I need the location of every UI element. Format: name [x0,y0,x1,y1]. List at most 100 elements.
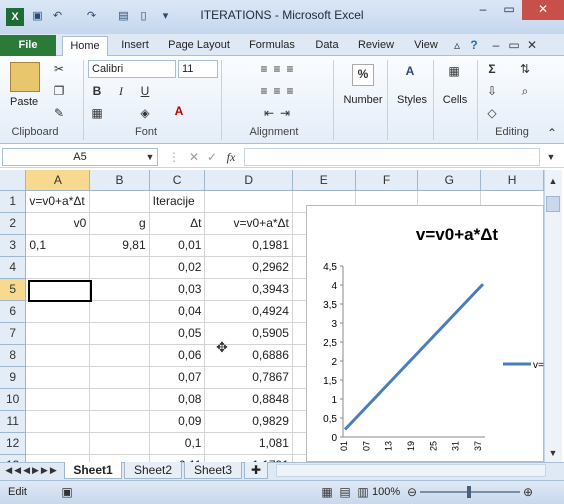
column-header[interactable]: B [89,170,150,191]
cell-c[interactable]: 0,01 [149,234,206,257]
macro-record-icon[interactable]: ▣ [58,483,76,501]
zoom-out-icon[interactable]: ⊖ [406,483,418,501]
align-horizontal-icons[interactable]: ≡≡≡ [232,82,328,100]
row-header[interactable]: 1 [0,190,27,213]
percent-icon[interactable]: % [352,64,374,86]
cell-d[interactable]: 0,8848 [204,388,293,411]
cell-b[interactable] [89,454,150,462]
chart-area[interactable]: v=v0+a*Δt 4,5 4 3,5 3 2,5 2 1,5 1 0,5 0 01 07 13 19 25 3… [306,205,544,462]
cell-a[interactable] [25,256,91,279]
cell-b[interactable] [89,256,150,279]
align-top-icons[interactable]: ≡≡≡ [232,60,328,78]
cell-c[interactable]: 0,02 [149,256,206,279]
cut-icon[interactable]: ✂ [50,60,68,78]
cell-a[interactable] [25,388,91,411]
cell-c[interactable]: Iteracije [149,190,206,213]
enter-icon[interactable]: ✓ [204,148,220,166]
cell-c[interactable]: 0,06 [149,344,206,367]
row-header[interactable]: 10 [0,388,27,411]
insert-function-icon[interactable]: fx [222,148,240,166]
font-color-icon[interactable]: A [170,102,188,120]
cell-a[interactable] [25,410,91,433]
cell-c[interactable]: 0,03 [149,278,206,301]
row-header[interactable]: 9 [0,366,27,389]
column-header[interactable]: E [292,170,356,191]
cell-d[interactable]: 0,2962 [204,256,293,279]
cell-d[interactable]: 0,9829 [204,410,293,433]
cell-c[interactable]: 0,04 [149,300,206,323]
cell-a[interactable] [25,432,91,455]
cells-icon[interactable]: ▦ [442,62,466,86]
styles-icon[interactable]: A [398,62,422,86]
styles-label[interactable]: Styles [392,94,432,106]
doc-close-button[interactable]: ✕ [524,36,540,54]
underline-button[interactable]: U [136,82,154,100]
cell-a[interactable]: v=v0+a*Δt [25,190,91,213]
cell-a[interactable] [25,300,91,323]
doc-restore-button[interactable]: ▭ [506,36,522,54]
row-header[interactable]: 4 [0,256,27,279]
tab-insert[interactable]: Insert [112,36,158,55]
cell-d[interactable]: 1,1791 [204,454,293,462]
zoom-level[interactable]: 100% [372,486,400,498]
tab-data[interactable]: Data [308,36,346,55]
autosum-icon[interactable]: Σ [484,60,500,78]
row-header[interactable]: 7 [0,322,27,345]
ribbon-expand-icon[interactable]: ⌃ [544,124,560,142]
column-header[interactable]: F [355,170,419,191]
row-header[interactable]: 5 [0,278,27,301]
paste-label[interactable]: Paste [10,96,44,108]
row-header[interactable]: 11 [0,410,27,433]
fill-color-icon[interactable]: ◈ [136,104,154,122]
sort-filter-icon[interactable]: ⇅ [516,60,534,78]
fill-down-icon[interactable]: ⇩ [484,82,500,100]
vertical-scrollbar[interactable] [544,170,562,462]
tab-file[interactable]: File [0,35,56,56]
zoom-in-icon[interactable]: ⊕ [522,483,534,501]
cell-d[interactable]: 1,081 [204,432,293,455]
column-header[interactable]: D [204,170,293,191]
formula-expand-icon[interactable]: ▼ [542,148,560,166]
cell-b[interactable] [89,432,150,455]
name-box[interactable]: A5 [2,148,158,166]
select-all-corner[interactable] [0,170,27,191]
cell-b[interactable]: 9,81 [89,234,150,257]
close-button[interactable]: ✕ [522,0,564,20]
cell-d[interactable]: 0,3943 [204,278,293,301]
cell-a[interactable] [25,322,91,345]
horizontal-scrollbar[interactable] [276,464,546,477]
cell-a[interactable] [25,454,91,462]
column-header[interactable]: C [149,170,206,191]
name-box-dropdown-icon[interactable]: ▼ [144,148,156,166]
font-name-select[interactable]: Calibri [88,60,176,78]
font-size-select[interactable]: 11 [178,60,218,78]
insert-sheet-icon[interactable]: ✚ [244,462,268,479]
cell-c[interactable]: 0,09 [149,410,206,433]
sheet-tab-sheet3[interactable]: Sheet3 [184,462,242,479]
find-select-icon[interactable]: ⌕ [516,82,534,100]
row-header[interactable]: 2 [0,212,27,235]
number-label[interactable]: Number [340,94,386,106]
italic-button[interactable]: I [112,82,130,100]
row-header[interactable]: 6 [0,300,27,323]
row-header[interactable]: 13 [0,454,27,462]
cell-c[interactable]: 0,11 [149,454,206,462]
paste-icon[interactable] [10,62,40,92]
tab-page-layout[interactable]: Page Layout [162,36,236,55]
cell-c[interactable]: 0,08 [149,388,206,411]
clear-icon[interactable]: ◇ [484,104,500,122]
row-header[interactable]: 8 [0,344,27,367]
cell-b[interactable] [89,190,150,213]
scroll-thumb[interactable] [546,196,560,212]
cell-b[interactable] [89,300,150,323]
cell-c[interactable]: 0,1 [149,432,206,455]
sheet-nav-icons[interactable]: ◀◀◀▶▶▶ [4,462,60,478]
bold-button[interactable]: B [88,82,106,100]
column-header[interactable]: H [480,170,544,191]
sheet-tab-sheet2[interactable]: Sheet2 [124,462,182,479]
cell-b[interactable] [89,366,150,389]
row-header[interactable]: 12 [0,432,27,455]
cell-b[interactable] [89,278,150,301]
borders-icon[interactable]: ▦ [88,104,106,122]
cell-a[interactable] [25,344,91,367]
